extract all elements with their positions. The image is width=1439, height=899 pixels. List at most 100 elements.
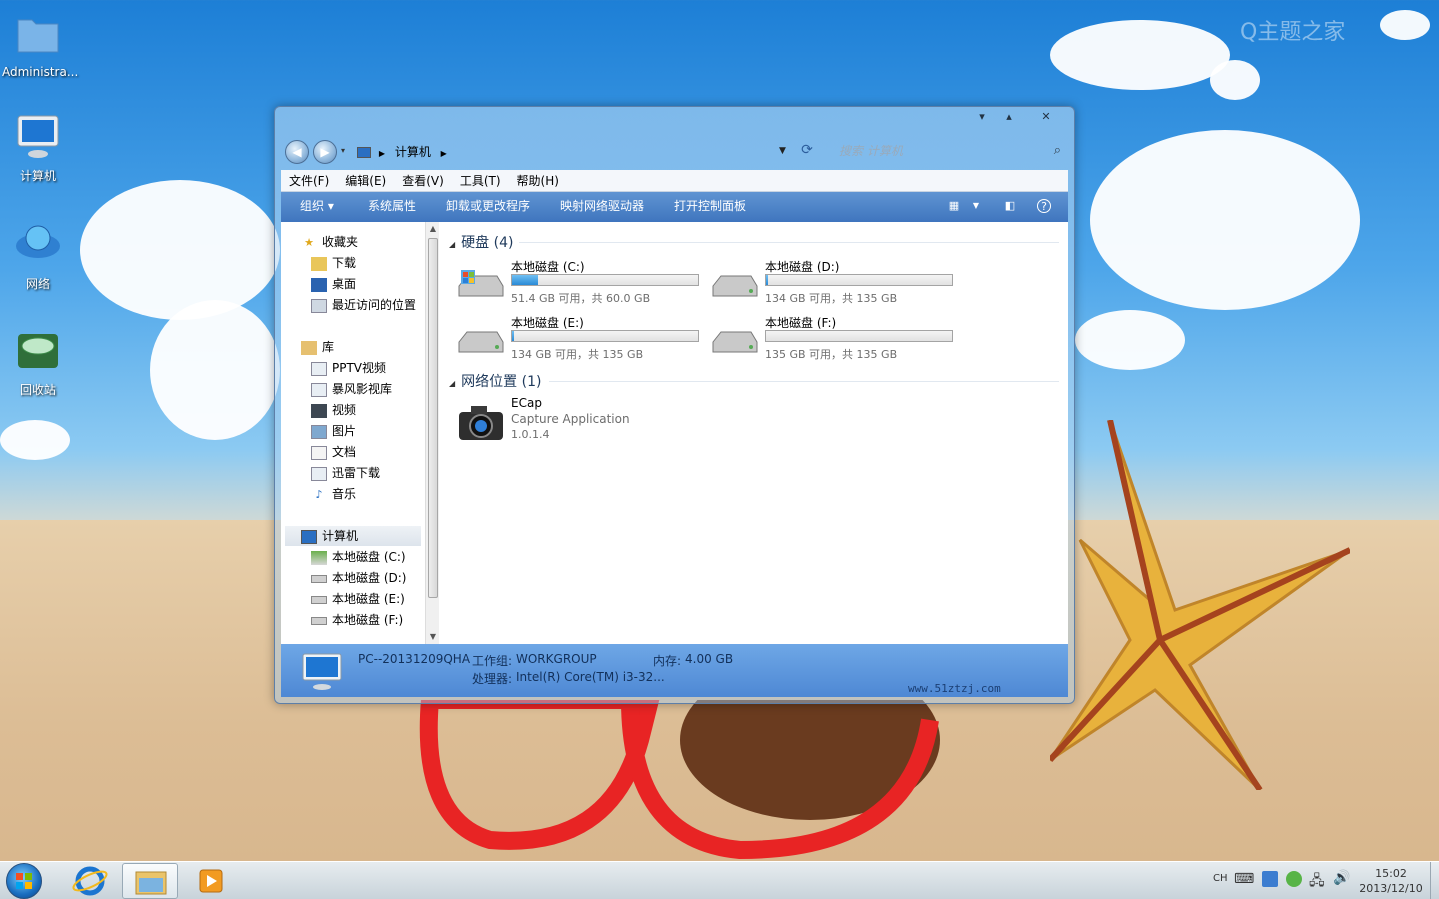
desktop-icon-recycle-bin[interactable]: 回收站 [2, 326, 74, 398]
nav-pictures[interactable]: 图片 [311, 421, 356, 441]
drive-usage-bar [765, 274, 953, 286]
uninstall-program-button[interactable]: 卸载或更改程序 [446, 192, 530, 220]
start-button[interactable] [6, 863, 42, 899]
desktop-icon-administrator[interactable]: Administra... [2, 10, 78, 79]
maximize-button[interactable]: ▴ [996, 109, 1022, 125]
language-indicator[interactable]: CH [1213, 873, 1228, 884]
nav-drive-f[interactable]: 本地磁盘 (F:) [311, 610, 403, 630]
drive-icon [712, 275, 758, 297]
menu-edit[interactable]: 编辑(E) [337, 170, 394, 192]
video-library-icon [311, 403, 327, 418]
menu-file[interactable]: 文件(F) [281, 170, 337, 192]
drive-space-info: 51.4 GB 可用，共 60.0 GB [511, 292, 651, 305]
view-dropdown-icon[interactable]: ▼ [969, 199, 983, 213]
scroll-up-icon[interactable]: ▲ [426, 222, 440, 236]
map-network-drive-button[interactable]: 映射网络驱动器 [560, 192, 644, 220]
preview-pane-icon[interactable]: ◧ [1003, 199, 1017, 213]
nav-videos[interactable]: 视频 [311, 400, 356, 420]
history-dropdown-icon[interactable]: ▾ [341, 146, 345, 155]
open-control-panel-button[interactable]: 打开控制面板 [674, 192, 746, 220]
menu-help[interactable]: 帮助(H) [509, 170, 567, 192]
desktop-icon-computer[interactable]: 计算机 [2, 112, 74, 184]
drive-tile-e[interactable]: 本地磁盘 (E:) 134 GB 可用，共 135 GB [457, 314, 707, 366]
memory-label: 内存: [653, 654, 682, 668]
taskbar: CH ⌨ 🖧 🔊 15:02 2013/12/10 [0, 861, 1439, 899]
nav-music[interactable]: ♪ 音乐 [311, 484, 356, 504]
keyboard-icon[interactable]: ⌨ [1234, 871, 1254, 887]
drive-tile-c[interactable]: 本地磁盘 (C:) 51.4 GB 可用，共 60.0 GB [457, 258, 707, 310]
organize-button[interactable]: 组织 ▾ [300, 192, 334, 220]
drive-space-info: 134 GB 可用，共 135 GB [511, 348, 644, 361]
downloads-folder-icon [311, 256, 327, 271]
wallpaper-cloud [1075, 310, 1185, 370]
drive-usage-fill [512, 275, 539, 285]
search-input[interactable]: 搜索 计算机 ⌕ [831, 141, 1065, 163]
internet-explorer-icon [72, 866, 108, 896]
desktop-icon-network[interactable]: 网络 [2, 220, 74, 292]
close-button[interactable]: ✕ [1033, 109, 1059, 125]
nav-computer[interactable]: 计算机 [285, 526, 421, 546]
breadcrumb-computer[interactable]: 计算机 [395, 145, 431, 159]
address-bar[interactable]: ▶ 计算机 ▶ [357, 143, 777, 163]
navigation-scrollbar[interactable]: ▲ ▼ [425, 222, 439, 644]
camera-icon [459, 406, 503, 440]
folder-icon [17, 19, 59, 53]
nav-drive-e[interactable]: 本地磁盘 (E:) [311, 589, 405, 609]
hard-disks-header[interactable]: ◢ 硬盘 (4) [449, 232, 513, 252]
library-icon [311, 361, 327, 376]
drive-usage-bar [511, 274, 699, 286]
documents-library-icon [311, 445, 327, 460]
group-divider [549, 381, 1059, 382]
nav-drive-d[interactable]: 本地磁盘 (D:) [311, 568, 406, 588]
explorer-window[interactable]: ▾ ▴ ✕ ◀ ▶ ▾ ▶ 计算机 ▶ ▼ ⟳ 搜索 计算机 ⌕ 文件(F) 编辑… [274, 106, 1075, 704]
refresh-icon[interactable]: ⟳ [797, 142, 817, 162]
system-properties-button[interactable]: 系统属性 [368, 192, 416, 220]
network-item-ecap[interactable]: ECap Capture Application 1.0.1.4 [457, 396, 717, 446]
nav-libraries[interactable]: 库 [301, 337, 334, 357]
drive-space-info: 134 GB 可用，共 135 GB [765, 292, 898, 305]
minimize-button[interactable]: ▾ [969, 109, 995, 125]
security-icon[interactable] [1286, 871, 1302, 887]
nav-desktop[interactable]: 桌面 [311, 274, 356, 294]
search-icon[interactable]: ⌕ [1054, 141, 1061, 161]
drive-name: 本地磁盘 (E:) [511, 316, 584, 330]
menu-view[interactable]: 查看(V) [394, 170, 452, 192]
clock[interactable]: 15:02 2013/12/10 [1352, 866, 1430, 896]
address-dropdown-icon[interactable]: ▼ [779, 146, 786, 156]
menu-tools[interactable]: 工具(T) [452, 170, 509, 192]
command-toolbar: 组织 ▾ 系统属性 卸载或更改程序 映射网络驱动器 打开控制面板 ▦ ▼ ◧ ? [281, 192, 1068, 222]
help-icon[interactable]: ? [1037, 199, 1051, 213]
drive-icon [712, 331, 758, 353]
breadcrumb-chevron-icon[interactable]: ▶ [441, 149, 447, 158]
nav-baofeng[interactable]: 暴风影视库 [311, 379, 392, 399]
drive-tile-d[interactable]: 本地磁盘 (D:) 134 GB 可用，共 135 GB [711, 258, 961, 310]
nav-drive-c[interactable]: 本地磁盘 (C:) [311, 547, 406, 567]
taskbar-windows-explorer[interactable] [122, 863, 178, 899]
music-note-icon: ♪ [315, 487, 323, 501]
drive-tile-f[interactable]: 本地磁盘 (F:) 135 GB 可用，共 135 GB [711, 314, 961, 366]
scroll-thumb[interactable] [428, 238, 438, 598]
volume-icon[interactable]: 🔊 [1333, 870, 1350, 886]
nav-downloads[interactable]: 下载 [311, 253, 356, 273]
nav-pptv[interactable]: PPTV视频 [311, 358, 386, 378]
nav-favorites[interactable]: ★ 收藏夹 [301, 232, 358, 252]
nav-documents[interactable]: 文档 [311, 442, 356, 462]
scroll-down-icon[interactable]: ▼ [426, 630, 440, 644]
wallpaper-cloud [1050, 20, 1230, 90]
drive-icon [458, 331, 504, 353]
taskbar-media-player[interactable] [182, 863, 238, 899]
back-button[interactable]: ◀ [285, 140, 309, 164]
tray-app-icon[interactable] [1262, 871, 1278, 887]
nav-thunder-downloads[interactable]: 迅雷下载 [311, 463, 380, 483]
clock-time: 15:02 [1375, 867, 1407, 880]
nav-recent-places[interactable]: 最近访问的位置 [311, 295, 416, 315]
show-desktop-button[interactable] [1430, 862, 1439, 899]
pictures-library-icon [311, 424, 327, 439]
forward-button[interactable]: ▶ [313, 140, 337, 164]
network-tray-icon[interactable]: 🖧 [1309, 870, 1325, 894]
network-locations-header[interactable]: ◢ 网络位置 (1) [449, 371, 541, 391]
computer-icon [357, 147, 371, 158]
taskbar-internet-explorer[interactable] [62, 863, 118, 899]
workgroup-label: 工作组: [472, 654, 513, 668]
view-options-icon[interactable]: ▦ [947, 199, 961, 213]
